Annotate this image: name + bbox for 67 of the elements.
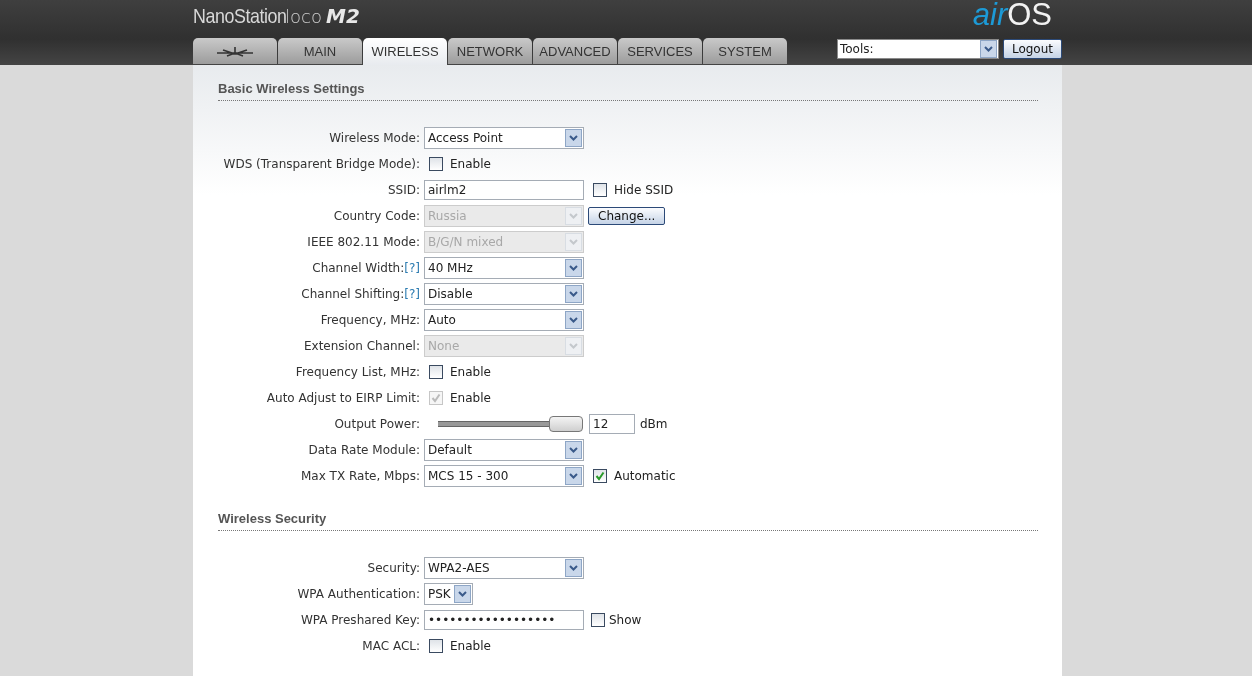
dropdown: None — [424, 335, 584, 357]
check-icon — [595, 471, 605, 481]
checkbox-label: Enable — [450, 157, 491, 171]
field-label: Wireless Mode: — [329, 131, 420, 145]
nav-tab[interactable]: NETWORK — [448, 38, 532, 64]
nav-tab[interactable]: ADVANCED — [533, 38, 617, 64]
field-label: Extension Channel: — [303, 339, 420, 353]
dropdown[interactable]: WPA2-AES — [424, 557, 584, 579]
checkbox-label: Show — [609, 613, 642, 627]
logout-button[interactable]: Logout — [1002, 38, 1062, 59]
field-label: Frequency List, MHz: — [295, 365, 420, 379]
checkbox[interactable] — [591, 613, 605, 627]
help-link[interactable]: [?] — [404, 287, 420, 301]
text-field[interactable]: •••••••••••••••••• — [424, 610, 584, 630]
dropdown[interactable]: Auto — [424, 309, 584, 331]
checkbox[interactable] — [429, 639, 443, 653]
section-title: Basic Wireless Settings — [218, 81, 1038, 101]
field-label: Auto Adjust to EIRP Limit: — [266, 391, 420, 405]
checkbox-label: Automatic — [614, 469, 676, 483]
field-label: Output Power: — [334, 417, 420, 431]
dropdown[interactable]: 40 MHz — [424, 257, 584, 279]
checkbox-label: Enable — [450, 639, 491, 653]
field-label: Security: — [367, 561, 420, 575]
text-field[interactable]: airlm2 — [424, 180, 584, 200]
field-label: Frequency, MHz: — [320, 313, 420, 327]
field-label: Data Rate Module: — [308, 443, 420, 457]
model-name: loco — [285, 6, 323, 27]
checkbox[interactable] — [429, 365, 443, 379]
nav-tab[interactable]: SERVICES — [618, 38, 702, 64]
field-label: WPA Preshared Key: — [300, 613, 420, 627]
dropdown[interactable]: Access Point — [424, 127, 584, 149]
help-link[interactable]: [?] — [404, 261, 420, 275]
checkbox-label: Enable — [450, 365, 491, 379]
dropdown[interactable]: MCS 15 - 300 — [424, 465, 584, 487]
checkbox[interactable] — [593, 183, 607, 197]
tools-dropdown[interactable]: Tools: — [836, 38, 999, 59]
field-label: MAC ACL: — [362, 639, 420, 653]
field-label: Country Code: — [333, 209, 420, 223]
nav-tab[interactable]: MAIN — [278, 38, 362, 64]
field-label: Channel Shifting: — [301, 287, 405, 301]
product-name: NanoStation — [193, 4, 287, 28]
unit-label: dBm — [640, 417, 668, 431]
checkbox[interactable] — [429, 157, 443, 171]
checkbox-label: Enable — [450, 391, 491, 405]
antenna-icon — [215, 45, 255, 57]
nav-tab[interactable]: WIRELESS — [363, 38, 447, 65]
version-mark: M2 — [326, 4, 360, 28]
nav-tab[interactable] — [193, 38, 277, 64]
logo-text: air — [972, 0, 1008, 30]
field-label: Max TX Rate, Mbps: — [301, 469, 420, 483]
logo-text: OS — [1007, 0, 1052, 30]
field-label: SSID: — [387, 183, 420, 197]
dropdown[interactable]: Disable — [424, 283, 584, 305]
nav-tab[interactable]: SYSTEM — [703, 38, 787, 64]
field-label: WPA Authentication: — [297, 587, 420, 601]
dropdown[interactable]: PSK — [424, 583, 473, 605]
field-label: WDS (Transparent Bridge Mode): — [223, 157, 420, 171]
checkbox-label: Hide SSID — [614, 183, 674, 197]
power-field[interactable]: 12 — [589, 414, 635, 434]
section-title: Wireless Security — [218, 511, 1038, 531]
field-label: Channel Width: — [312, 261, 405, 275]
dropdown[interactable]: Default — [424, 439, 584, 461]
dropdown: B/G/N mixed — [424, 231, 584, 253]
dropdown: Russia — [424, 205, 584, 227]
field-label: IEEE 802.11 Mode: — [307, 235, 420, 249]
checkbox[interactable] — [593, 469, 607, 483]
slider-thumb[interactable] — [549, 416, 583, 432]
